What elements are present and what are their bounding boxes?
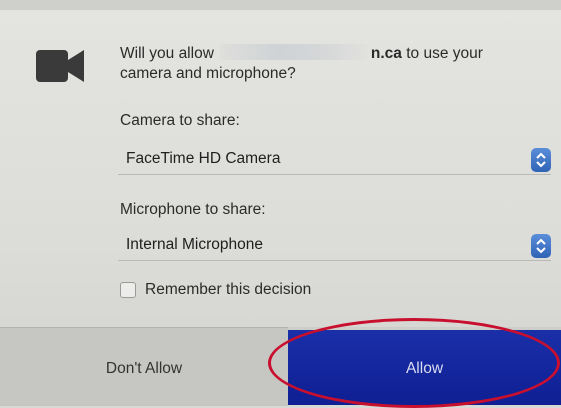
chevron-updown-icon xyxy=(536,238,546,254)
prompt-line-2: camera and microphone? xyxy=(120,65,296,82)
microphone-select[interactable]: Internal Microphone xyxy=(118,232,551,261)
microphone-select-stepper[interactable] xyxy=(531,234,551,258)
allow-button[interactable]: Allow xyxy=(288,330,561,405)
prompt-line-1: Will you allow n.ca to use your xyxy=(120,44,540,64)
prompt-text: Will you allow xyxy=(120,45,214,62)
camera-select-value: FaceTime HD Camera xyxy=(126,150,281,167)
camera-select-stepper[interactable] xyxy=(531,148,551,172)
microphone-label: Microphone to share: xyxy=(120,201,266,218)
allow-label: Allow xyxy=(405,360,444,377)
remember-label[interactable]: Remember this decision xyxy=(145,281,311,299)
redacted-domain xyxy=(219,44,368,60)
video-camera-icon xyxy=(36,50,84,82)
dont-allow-label: Don't Allow xyxy=(105,360,183,377)
permission-prompt: Will you allow n.ca to use your camera an… xyxy=(120,44,540,84)
dont-allow-button[interactable]: Don't Allow xyxy=(0,327,288,406)
chevron-updown-icon xyxy=(536,152,546,168)
camera-label: Camera to share: xyxy=(120,112,240,129)
dialog-top-strip xyxy=(0,0,561,10)
remember-checkbox[interactable] xyxy=(120,282,136,298)
camera-select[interactable]: FaceTime HD Camera xyxy=(118,146,551,175)
domain-suffix: n.ca xyxy=(370,45,402,62)
microphone-select-value: Internal Microphone xyxy=(126,236,263,253)
permission-dialog: Will you allow n.ca to use your camera an… xyxy=(0,0,561,408)
prompt-text-after: to use your xyxy=(406,45,483,62)
